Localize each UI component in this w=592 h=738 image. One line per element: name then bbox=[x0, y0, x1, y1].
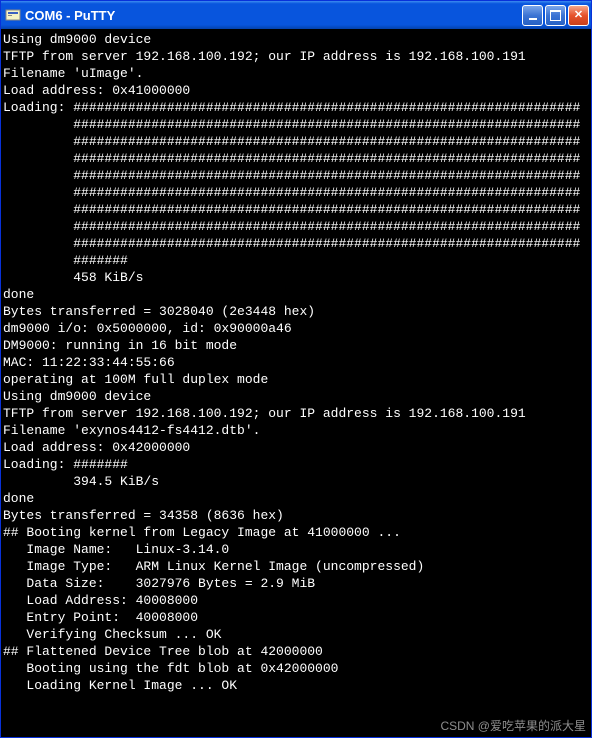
putty-window: COM6 - PuTTY Using dm9000 device TFTP fr… bbox=[0, 0, 592, 738]
window-title: COM6 - PuTTY bbox=[25, 8, 522, 23]
watermark: CSDN @爱吃苹果的派大星 bbox=[440, 717, 586, 734]
close-button[interactable] bbox=[568, 5, 589, 26]
minimize-button[interactable] bbox=[522, 5, 543, 26]
window-controls bbox=[522, 5, 589, 26]
app-icon bbox=[5, 7, 21, 23]
maximize-button[interactable] bbox=[545, 5, 566, 26]
titlebar[interactable]: COM6 - PuTTY bbox=[1, 1, 591, 29]
terminal-output[interactable]: Using dm9000 device TFTP from server 192… bbox=[1, 29, 591, 737]
